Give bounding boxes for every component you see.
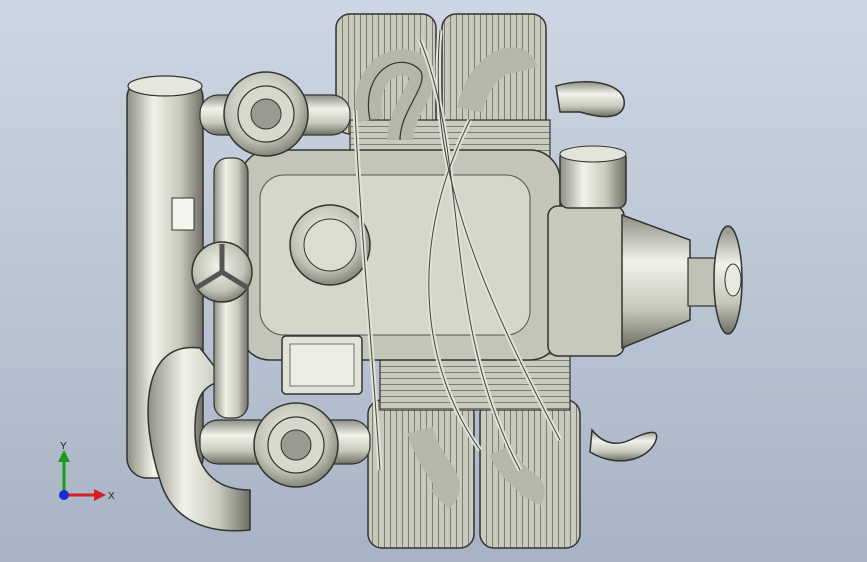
z-axis-dot-icon [59,490,69,500]
carburetor-upper [223,71,309,157]
crankcase [239,149,561,361]
oil-filter [559,145,627,209]
starter-hub [191,241,253,303]
x-axis-arrow-icon [94,489,106,501]
cylinder-head-bottom-left [367,399,475,549]
ignition-module [281,335,363,395]
engine-model-render[interactable] [0,0,867,562]
propeller-flange [713,225,743,335]
cad-3d-viewport[interactable]: Y X [0,0,867,562]
exhaust-outlet-lower [589,428,658,462]
x-axis-label: X [108,491,115,502]
axis-triad: Y X [58,441,115,502]
carburetor-lower [253,402,339,488]
crankcase-cover [289,204,371,286]
exhaust-outlet-upper [555,81,625,118]
reduction-gearbox [547,205,717,357]
y-axis-label: Y [60,441,67,452]
